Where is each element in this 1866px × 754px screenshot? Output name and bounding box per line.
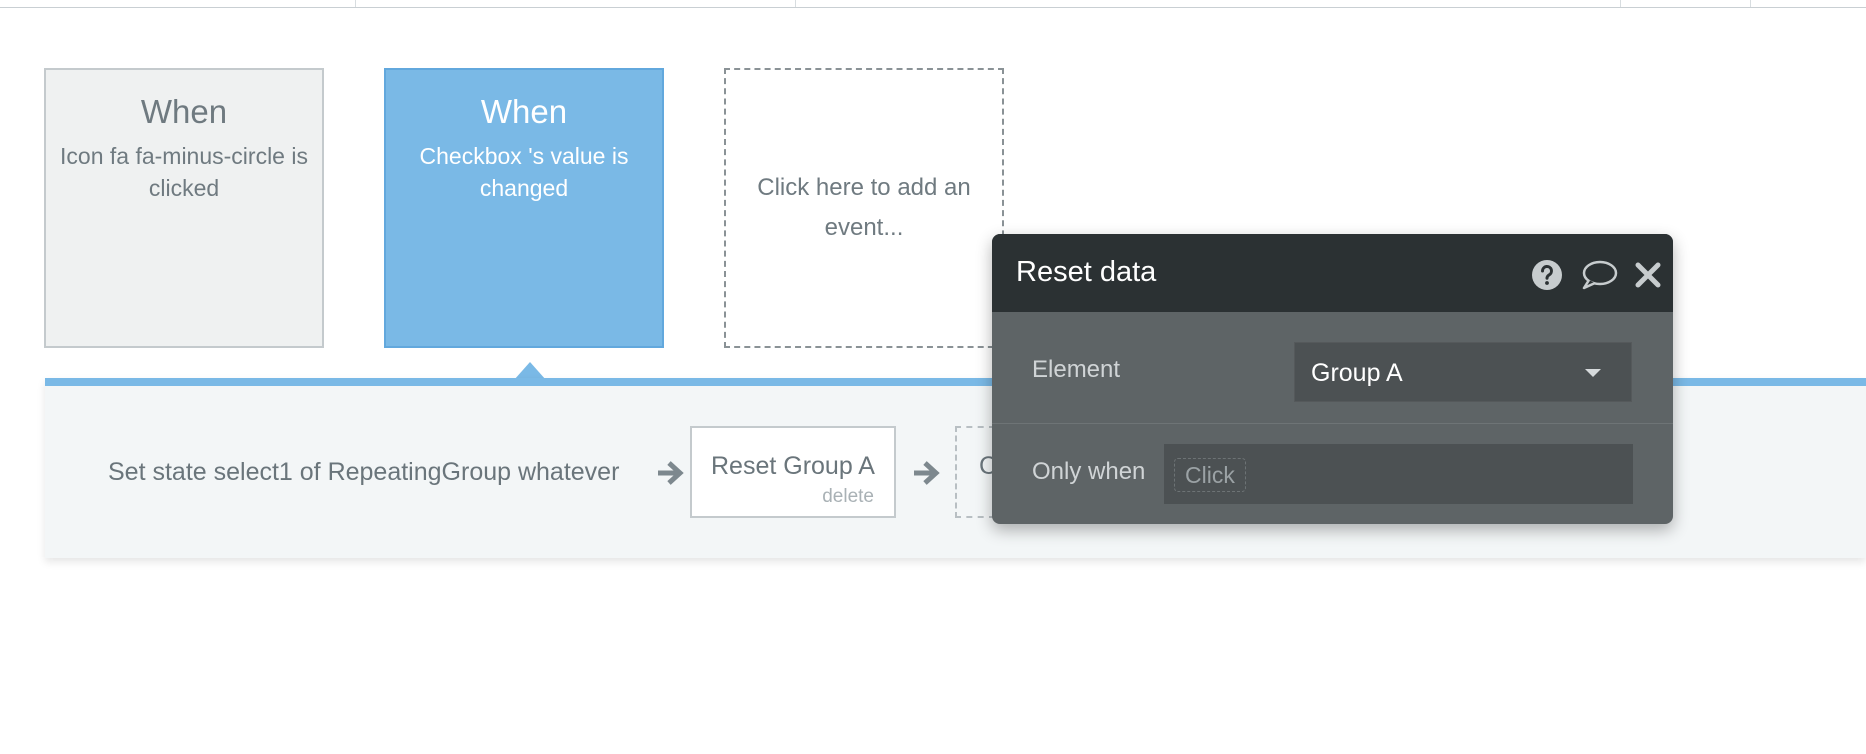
- dialog-header: Reset data: [992, 234, 1673, 312]
- action-step-reset-group[interactable]: Reset Group A delete: [690, 426, 896, 518]
- speech-bubble-icon[interactable]: [1580, 258, 1618, 292]
- close-icon[interactable]: [1633, 258, 1663, 292]
- reset-data-dialog: Reset data Element Group A Only when Cli…: [992, 234, 1673, 524]
- event-description: Checkbox 's value is changed: [419, 143, 629, 201]
- element-dropdown[interactable]: Group A: [1294, 342, 1632, 402]
- condition-placeholder-chip[interactable]: Click: [1174, 458, 1246, 492]
- dialog-divider: [992, 423, 1673, 424]
- ruler-tick: [795, 0, 796, 7]
- action-step-label: Reset Group A: [711, 452, 875, 480]
- dialog-title: Reset data: [1016, 256, 1157, 288]
- question-circle-icon[interactable]: [1530, 258, 1564, 292]
- event-when-label: When: [480, 93, 568, 130]
- event-card-icon-clicked[interactable]: When Icon fa fa-minus-circle is clicked: [44, 68, 324, 348]
- top-ruler: [0, 0, 1866, 8]
- event-card-checkbox-changed[interactable]: When Checkbox 's value is changed: [384, 68, 664, 348]
- add-event-label: Click here to add an event...: [757, 174, 971, 241]
- caret-down-icon: [1585, 369, 1601, 377]
- add-action-button[interactable]: C: [955, 426, 995, 518]
- ruler-tick: [1620, 0, 1621, 7]
- ruler-tick: [1750, 0, 1751, 7]
- event-description: Icon fa fa-minus-circle is clicked: [60, 143, 308, 201]
- only-when-label: Only when: [1032, 458, 1146, 485]
- event-when-label: When: [140, 93, 228, 130]
- delete-action-link[interactable]: delete: [822, 486, 874, 508]
- element-label: Element: [1032, 356, 1121, 383]
- workflow-editor-canvas: When Icon fa fa-minus-circle is clicked …: [0, 0, 1866, 754]
- add-event-button[interactable]: Click here to add an event...: [724, 68, 1004, 348]
- arrow-right-icon: [914, 461, 940, 485]
- element-dropdown-value: Group A: [1311, 359, 1403, 387]
- ruler-tick: [355, 0, 356, 7]
- only-when-condition-input[interactable]: Click: [1164, 444, 1633, 504]
- action-step-set-state[interactable]: Set state select1 of RepeatingGroup what…: [108, 458, 619, 487]
- arrow-right-icon: [658, 461, 684, 485]
